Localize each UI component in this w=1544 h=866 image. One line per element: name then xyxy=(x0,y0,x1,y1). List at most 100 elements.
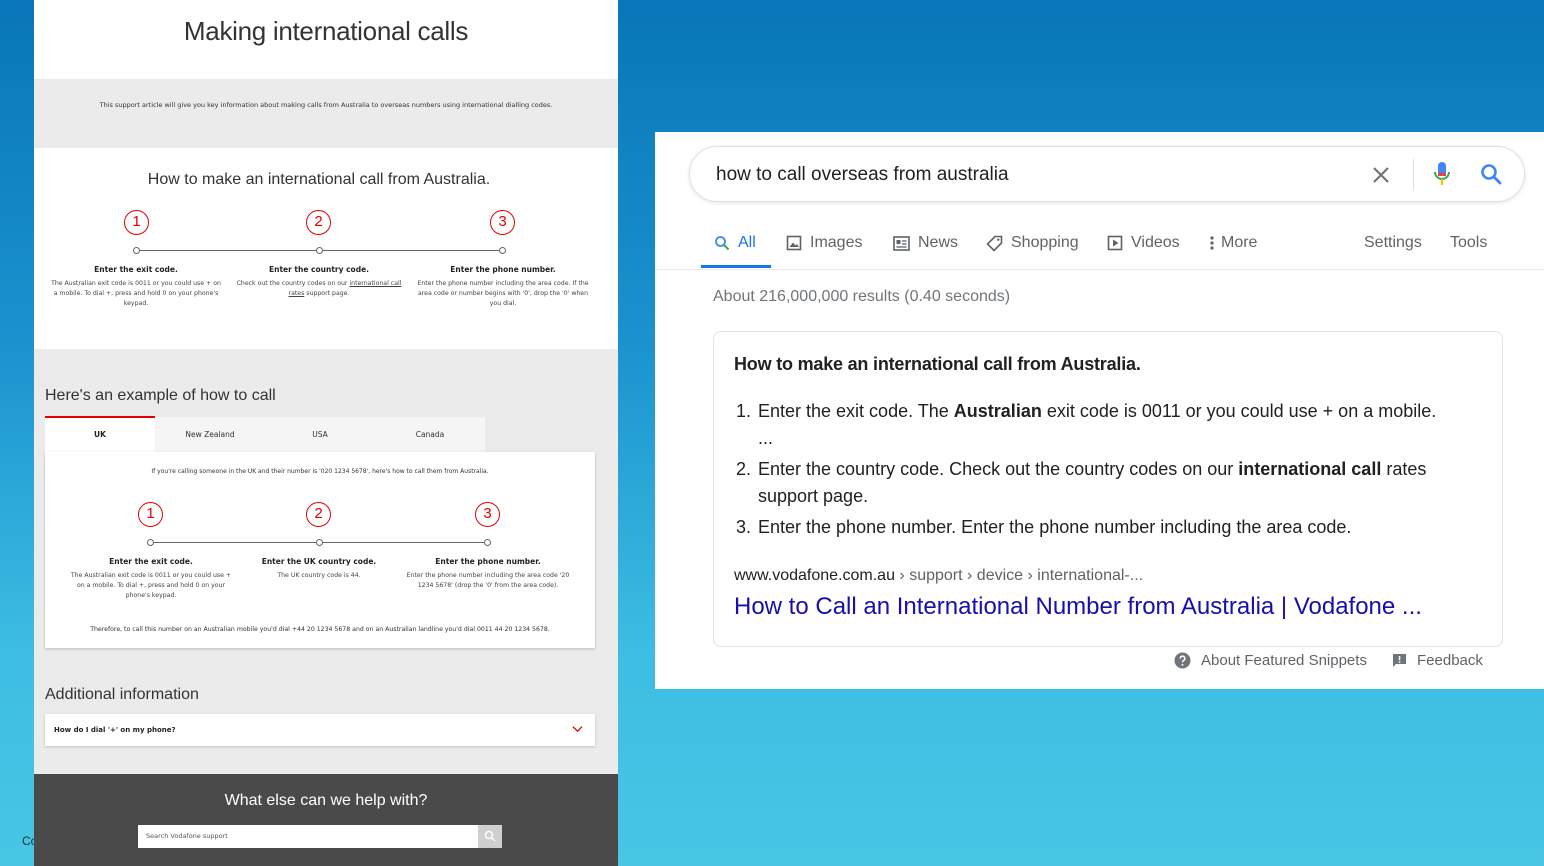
step-3-number: 3 xyxy=(490,210,515,235)
faq-question: How do I dial '+' on my phone? xyxy=(54,726,176,734)
support-search-input[interactable]: Search Vodafone support xyxy=(138,825,478,848)
tab-videos-label: Videos xyxy=(1131,234,1180,251)
tab-settings[interactable]: Settings xyxy=(1364,232,1422,254)
page-title: Making international calls xyxy=(183,16,469,46)
about-snippets-label: About Featured Snippets xyxy=(1201,652,1367,669)
example-step-2-desc: The UK country code is 44. xyxy=(277,572,361,579)
step-2-desc-before: Check out the country codes on our xyxy=(236,280,350,287)
intro-band xyxy=(34,79,618,148)
step-3-title: Enter the phone number. xyxy=(450,265,556,274)
list-item: 1. Enter the exit code. The Australian ex… xyxy=(734,398,1454,452)
tab-tools[interactable]: Tools xyxy=(1450,232,1487,254)
result-stats: About 216,000,000 results (0.40 seconds) xyxy=(713,288,1011,305)
tab-more-label: More xyxy=(1221,234,1258,251)
play-icon xyxy=(1107,235,1123,251)
search-query[interactable]: how to call overseas from australia xyxy=(716,164,1009,186)
step-3-dot xyxy=(499,247,506,254)
list-item: 3. Enter the phone number. Enter the phon… xyxy=(734,514,1454,541)
tab-new-zealand[interactable]: New Zealand xyxy=(155,417,265,452)
result-breadcrumb: › support › device › international-... xyxy=(894,567,1144,584)
example-step-1-title: Enter the exit code. xyxy=(109,557,193,566)
search-icon[interactable] xyxy=(1479,162,1503,186)
feedback-icon xyxy=(1393,654,1406,667)
tag-icon xyxy=(986,235,1003,252)
google-search-box[interactable]: how to call overseas from australia xyxy=(689,146,1525,202)
how-to-heading: How to make an international call from A… xyxy=(147,171,491,188)
example-step-1-number: 1 xyxy=(138,502,163,527)
list-number: 3. xyxy=(736,517,752,537)
snippet-list: 1. Enter the exit code. The Australian ex… xyxy=(734,398,1454,545)
clear-icon[interactable] xyxy=(1370,164,1392,186)
tabs-divider xyxy=(655,269,1544,270)
list-text: Enter the country code. Check out the co… xyxy=(758,459,1239,479)
more-vertical-icon xyxy=(1210,236,1214,250)
example-intro: If you're calling someone in the UK and … xyxy=(151,468,489,475)
help-footer xyxy=(34,774,618,866)
intro-text: This support article will give you key i… xyxy=(99,101,553,109)
step-3-desc: Enter the phone number including the are… xyxy=(417,280,589,307)
footer-title: What else can we help with? xyxy=(224,792,428,809)
tab-canada[interactable]: Canada xyxy=(375,417,485,452)
example-step-3-dot xyxy=(484,539,491,546)
step-1-number: 1 xyxy=(124,210,149,235)
tab-images[interactable]: Images xyxy=(786,232,862,254)
active-tab-indicator xyxy=(701,265,771,268)
microphone-icon[interactable] xyxy=(1433,161,1451,187)
list-text: Enter the phone number. Enter the phone … xyxy=(758,517,1352,537)
step-2-dot xyxy=(316,247,323,254)
example-step-1-desc: The Australian exit code is 0011 or you … xyxy=(70,572,232,599)
feedback-label: Feedback xyxy=(1417,652,1483,669)
tab-videos[interactable]: Videos xyxy=(1107,232,1180,254)
step-1-dot xyxy=(133,247,140,254)
feedback-link[interactable]: Feedback xyxy=(1392,652,1483,669)
list-text: Enter the exit code. The xyxy=(758,401,954,421)
search-box-divider xyxy=(1413,159,1414,191)
list-number: 1. xyxy=(736,401,752,421)
step-2-desc-after: support page. xyxy=(304,289,350,297)
example-step-2-title: Enter the UK country code. xyxy=(261,557,377,566)
tab-shopping[interactable]: Shopping xyxy=(986,232,1079,254)
additional-info-heading: Additional information xyxy=(45,686,199,703)
chevron-down-icon[interactable] xyxy=(572,723,583,734)
about-featured-snippets[interactable]: About Featured Snippets xyxy=(1174,652,1367,669)
step-2-title: Enter the country code. xyxy=(268,265,370,274)
support-search-button[interactable] xyxy=(478,825,502,848)
example-summary: Therefore, to call this number on an Aus… xyxy=(90,626,550,633)
example-step-3-title: Enter the phone number. xyxy=(435,557,541,566)
list-number: 2. xyxy=(736,459,752,479)
support-search-placeholder: Search Vodafone support xyxy=(146,832,228,840)
result-title-link[interactable]: How to Call an International Number from… xyxy=(734,593,1422,621)
active-tab-indicator xyxy=(45,416,155,418)
list-bold: Australian xyxy=(953,401,1042,421)
tab-news[interactable]: News xyxy=(893,232,958,254)
result-domain: www.vodafone.com.au xyxy=(734,567,895,584)
tab-images-label: Images xyxy=(810,234,863,251)
example-heading: Here's an example of how to call xyxy=(45,387,276,404)
tab-usa[interactable]: USA xyxy=(265,417,375,452)
search-icon xyxy=(715,236,730,251)
help-icon xyxy=(1174,652,1191,669)
list-bold: international call xyxy=(1238,459,1382,479)
snippet-title: How to make an international call from A… xyxy=(734,354,1141,374)
newspaper-icon xyxy=(893,235,910,251)
tab-all[interactable]: All xyxy=(714,232,756,254)
result-url: www.vodafone.com.au › support › device ›… xyxy=(734,567,1143,585)
step-2-desc: Check out the country codes on our inter… xyxy=(233,279,405,299)
search-icon xyxy=(484,830,496,842)
tab-uk[interactable]: UK xyxy=(45,417,155,452)
example-step-1-dot xyxy=(147,539,154,546)
tab-more[interactable]: More xyxy=(1209,232,1257,254)
step-1-desc: The Australian exit code is 0011 or you … xyxy=(51,280,221,307)
example-step-2-dot xyxy=(316,539,323,546)
google-results-panel: how to call overseas from australia All xyxy=(655,132,1544,689)
step-1-title: Enter the exit code. xyxy=(94,265,178,274)
example-step-3-desc: Enter the phone number including the are… xyxy=(406,572,570,589)
example-card xyxy=(45,452,595,648)
tab-news-label: News xyxy=(918,234,959,251)
vodafone-support-page: Making international calls This support … xyxy=(34,0,618,866)
example-step-3-number: 3 xyxy=(475,502,500,527)
list-item: 2. Enter the country code. Check out the … xyxy=(734,456,1454,510)
faq-accordion[interactable]: How do I dial '+' on my phone? xyxy=(45,714,595,746)
step-2-number: 2 xyxy=(306,210,331,235)
image-icon xyxy=(786,235,802,251)
